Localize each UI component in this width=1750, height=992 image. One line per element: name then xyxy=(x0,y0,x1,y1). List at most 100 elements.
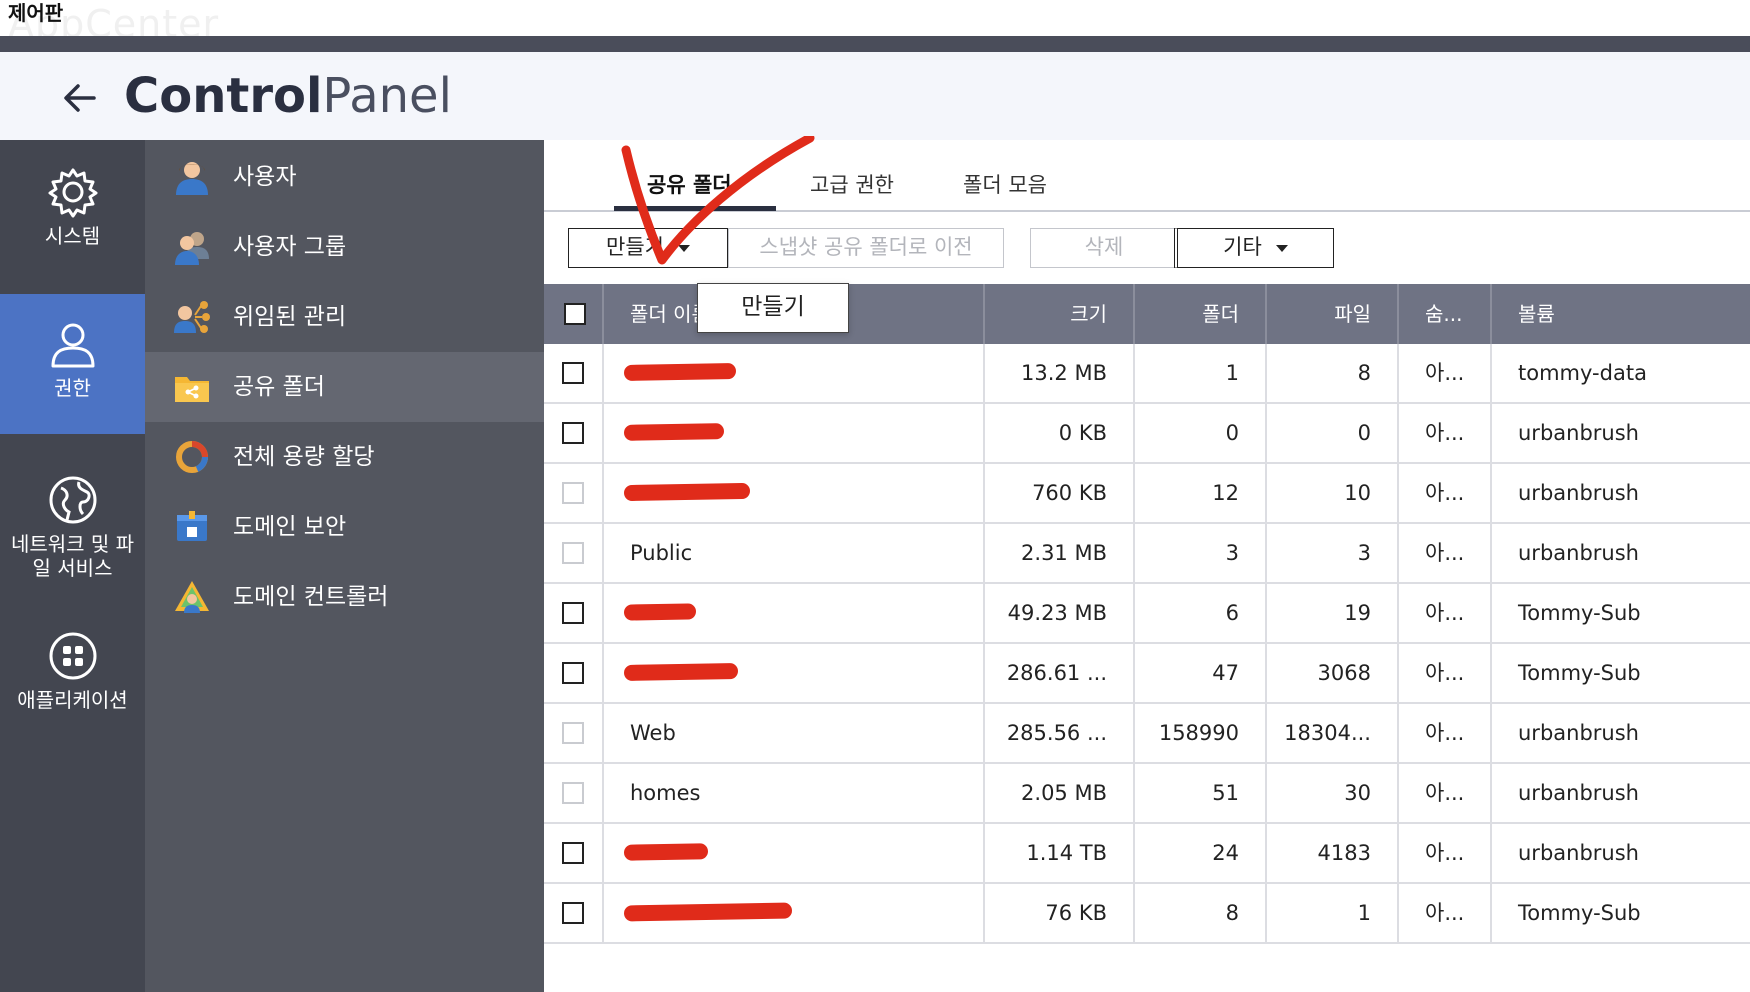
file-count-cell-text: 4183 xyxy=(1317,841,1371,865)
folder-name-cell: Web xyxy=(604,704,985,762)
row-checkbox[interactable] xyxy=(562,542,584,564)
folder-name-cell xyxy=(604,824,985,882)
row-select-cell xyxy=(544,464,604,522)
table-row[interactable]: 49.23 MB 6 19 아... Tommy-Sub xyxy=(544,584,1750,644)
hidden-cell-text: 아... xyxy=(1425,661,1465,685)
size-cell: 13.2 MB xyxy=(985,344,1135,402)
table-row[interactable]: 1.14 TB 24 4183 아... urbanbrush xyxy=(544,824,1750,884)
hidden-cell: 아... xyxy=(1399,644,1492,702)
table-row[interactable]: 0 KB 0 0 아... urbanbrush xyxy=(544,404,1750,464)
row-checkbox[interactable] xyxy=(562,602,584,624)
row-checkbox[interactable] xyxy=(562,482,584,504)
volume-cell: urbanbrush xyxy=(1492,524,1750,582)
tab-folder-aggregation[interactable]: 폴더 모음 xyxy=(963,170,1047,200)
rail-item-system[interactable]: 시스템 xyxy=(0,140,145,280)
volume-cell-text: urbanbrush xyxy=(1518,421,1639,445)
submenu-item-domain-security[interactable]: 도메인 보안 xyxy=(145,492,544,562)
submenu-item-user-groups[interactable]: 사용자 그룹 xyxy=(145,212,544,282)
redaction-mark xyxy=(623,482,751,502)
submenu-item-domain-controller[interactable]: 도메인 컨트롤러 xyxy=(145,562,544,632)
hidden-cell: 아... xyxy=(1399,824,1492,882)
rail-item-applications[interactable]: 애플리케이션 xyxy=(0,624,145,764)
rail-item-label: 권한 xyxy=(54,376,91,400)
row-checkbox[interactable] xyxy=(562,902,584,924)
file-count-cell-text: 30 xyxy=(1344,781,1371,805)
table-row[interactable]: 76 KB 8 1 아... Tommy-Sub xyxy=(544,884,1750,944)
hidden-cell-text: 아... xyxy=(1425,421,1465,445)
submenu-item-label: 도메인 컨트롤러 xyxy=(233,584,389,610)
table-row[interactable]: Web 285.56 ... 158990 18304... 아... urbanbrus… xyxy=(544,704,1750,764)
volume-cell-text: urbanbrush xyxy=(1518,721,1639,745)
submenu-item-shared-folders[interactable]: 공유 폴더 xyxy=(145,352,544,422)
folder-name-cell xyxy=(604,884,985,942)
gear-icon xyxy=(48,168,97,218)
create-dropdown-item[interactable]: 만들기 xyxy=(697,283,849,333)
caret-down-icon xyxy=(1275,244,1288,252)
folder-count-cell-text: 1 xyxy=(1225,361,1239,385)
table-row[interactable]: 760 KB 12 10 아... urbanbrush xyxy=(544,464,1750,524)
file-count-cell-text: 0 xyxy=(1357,421,1371,445)
rail-item-network[interactable]: 네트워크 및 파일 서비스 xyxy=(0,468,145,608)
column-header-volume[interactable]: 볼륨 xyxy=(1492,284,1750,344)
hidden-cell: 아... xyxy=(1399,344,1492,402)
row-checkbox[interactable] xyxy=(562,842,584,864)
delete-button[interactable]: 삭제 xyxy=(1030,228,1178,268)
volume-cell: Tommy-Sub xyxy=(1492,584,1750,642)
tab-shared-folders[interactable]: 공유 폴더 xyxy=(647,170,732,200)
size-cell: 1.14 TB xyxy=(985,824,1135,882)
row-checkbox[interactable] xyxy=(562,362,584,384)
back-button[interactable] xyxy=(58,76,102,120)
redaction-mark xyxy=(623,843,709,861)
rail-item-label: 시스템 xyxy=(44,224,101,248)
row-select-cell xyxy=(544,344,604,402)
column-header-hidden[interactable]: 숨... xyxy=(1399,284,1492,344)
submenu-item-label: 사용자 그룹 xyxy=(233,234,347,260)
folder-count-cell-text: 47 xyxy=(1212,661,1239,685)
size-cell-text: 760 KB xyxy=(1032,481,1107,505)
folder-count-cell: 158990 xyxy=(1135,704,1267,762)
submenu-item-quota[interactable]: 전체 용량 할당 xyxy=(145,422,544,492)
volume-cell-text: urbanbrush xyxy=(1518,841,1639,865)
size-cell: 2.05 MB xyxy=(985,764,1135,822)
table-row[interactable]: 286.61 ... 47 3068 아... Tommy-Sub xyxy=(544,644,1750,704)
folder-name-cell-text: homes xyxy=(630,781,701,805)
folder-name-cell xyxy=(604,344,985,402)
size-cell: 76 KB xyxy=(985,884,1135,942)
row-checkbox[interactable] xyxy=(562,722,584,744)
other-button-label: 기타 xyxy=(1223,235,1262,259)
submenu-item-delegated-admin[interactable]: 위임된 관리 xyxy=(145,282,544,352)
volume-cell-text: urbanbrush xyxy=(1518,781,1639,805)
size-cell: 49.23 MB xyxy=(985,584,1135,642)
table-row[interactable]: 13.2 MB 1 8 아... tommy-data xyxy=(544,344,1750,404)
column-header-files[interactable]: 파일 xyxy=(1267,284,1399,344)
file-count-cell-text: 10 xyxy=(1344,481,1371,505)
submenu-item-users[interactable]: 사용자 xyxy=(145,142,544,212)
row-checkbox[interactable] xyxy=(562,422,584,444)
rail-item-privilege[interactable]: 권한 xyxy=(0,294,145,434)
app-title: ControlPanel xyxy=(124,68,452,124)
other-button[interactable]: 기타 xyxy=(1174,228,1334,268)
table-row[interactable]: Public 2.31 MB 3 3 아... urbanbrush xyxy=(544,524,1750,584)
domain-controller-icon xyxy=(175,581,209,613)
select-all-checkbox[interactable] xyxy=(564,303,586,325)
app-title-light: Panel xyxy=(322,68,452,124)
volume-cell: tommy-data xyxy=(1492,344,1750,402)
volume-cell-text: Tommy-Sub xyxy=(1518,661,1641,685)
tab-bar: 공유 폴더 고급 권한 폴더 모음 xyxy=(544,140,1750,212)
volume-cell: urbanbrush xyxy=(1492,404,1750,462)
row-checkbox[interactable] xyxy=(562,662,584,684)
column-header-size[interactable]: 크기 xyxy=(985,284,1135,344)
tab-advanced-permissions[interactable]: 고급 권한 xyxy=(810,170,894,200)
migrate-to-snapshot-button[interactable]: 스냅샷 공유 폴더로 이전 xyxy=(728,228,1004,268)
row-select-cell xyxy=(544,824,604,882)
volume-cell-text: Tommy-Sub xyxy=(1518,601,1641,625)
hidden-cell-text: 아... xyxy=(1425,481,1465,505)
redaction-mark xyxy=(623,902,793,922)
create-button[interactable]: 만들기 xyxy=(568,228,728,268)
table-row[interactable]: homes 2.05 MB 51 30 아... urbanbrush xyxy=(544,764,1750,824)
folder-name-cell: Public xyxy=(604,524,985,582)
column-header-folders[interactable]: 폴더 xyxy=(1135,284,1267,344)
row-select-cell xyxy=(544,764,604,822)
file-count-cell-text: 1 xyxy=(1357,901,1371,925)
row-checkbox[interactable] xyxy=(562,782,584,804)
